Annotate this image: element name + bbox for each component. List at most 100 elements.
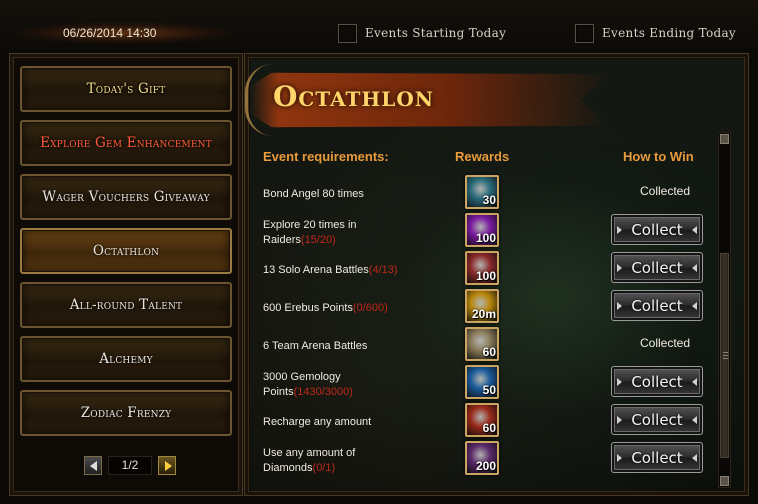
scroll-book-icon[interactable]: 200 — [465, 441, 499, 475]
collect-button[interactable]: Collect — [611, 290, 703, 321]
collect-button[interactable]: Collect — [611, 366, 703, 397]
events-ending-today-label: Events Ending Today — [602, 26, 737, 40]
requirement-text: 13 Solo Arena Battles(4/13) — [263, 263, 443, 278]
requirement-text: Bond Angel 80 times — [263, 187, 443, 202]
requirement-text: Recharge any amount — [263, 415, 443, 430]
progress-count: (0/1) — [312, 462, 336, 474]
collected-status: Collected — [639, 184, 691, 198]
collect-button-label: Collect — [631, 372, 683, 391]
arena-sword-icon[interactable]: 100 — [465, 251, 499, 285]
requirement-text: 3000 Gemology Points(1430/3000) — [263, 370, 443, 400]
gem-50-icon[interactable]: 50 — [465, 365, 499, 399]
requirement-line: 3000 Gemology — [263, 371, 341, 383]
right-bracket-icon — [692, 416, 697, 424]
requirement-text: 600 Erebus Points(0/600) — [263, 301, 443, 316]
collect-button-label: Collect — [631, 410, 683, 429]
progress-count: (15/20) — [300, 234, 336, 246]
sidebar-item-today-s-gift[interactable]: Today's Gift — [20, 66, 232, 112]
events-ending-today-checkbox[interactable] — [575, 24, 594, 43]
requirement-line: Bond Angel 80 times — [263, 188, 364, 200]
requirement-line: Explore 20 times in — [263, 219, 357, 231]
sidebar-item-label: Wager Vouchers Giveaway — [42, 189, 210, 205]
page-navigator: 1/2 — [84, 456, 176, 476]
sidebar-item-all-round-talent[interactable]: All-round Talent — [20, 282, 232, 328]
scroll-up-arrow[interactable] — [720, 134, 729, 144]
reward-quantity: 200 — [475, 459, 496, 473]
sidebar-item-label: Today's Gift — [86, 81, 166, 97]
sidebar-item-label: Zodiac Frenzy — [80, 405, 172, 421]
sidebar-item-octathlon[interactable]: Octathlon — [20, 228, 232, 274]
sidebar-item-label: All-round Talent — [69, 297, 183, 313]
event-list-panel: Today's Gift Explore Gem Enhancement Wager… — [9, 53, 243, 496]
progress-count: (0/600) — [352, 302, 388, 314]
reward-quantity: 100 — [475, 231, 496, 245]
scroll-grip-line — [723, 352, 728, 353]
requirement-text: 6 Team Arena Battles — [263, 339, 443, 354]
page-indicator: 1/2 — [108, 456, 152, 475]
reward-quantity: 20m — [471, 307, 496, 321]
purple-orb-icon[interactable]: 100 — [465, 213, 499, 247]
left-bracket-icon — [617, 416, 622, 424]
collect-button-label: Collect — [631, 296, 683, 315]
collect-button[interactable]: Collect — [611, 442, 703, 473]
sidebar-item-label: Explore Gem Enhancement — [40, 135, 212, 151]
event-detail-panel: Octathlon Event requirements: Rewards Ho… — [244, 53, 749, 496]
how-to-win-header: How to Win — [623, 149, 694, 164]
requirement-line: Points — [263, 386, 294, 398]
scrollbar[interactable] — [718, 132, 731, 488]
progress-count: (1430/3000) — [293, 386, 353, 398]
requirement-line: 6 Team Arena Battles — [263, 340, 368, 352]
collect-button[interactable]: Collect — [611, 214, 703, 245]
left-bracket-icon — [617, 454, 622, 462]
server-datetime: 06/26/2014 14:30 — [63, 26, 157, 40]
sidebar-item-explore-gem-enhancement[interactable]: Explore Gem Enhancement — [20, 120, 232, 166]
reward-quantity: 50 — [482, 383, 496, 397]
previous-page-button[interactable] — [84, 456, 102, 475]
right-bracket-icon — [692, 302, 697, 310]
collect-button[interactable]: Collect — [611, 252, 703, 283]
requirement-text: Use any amount of Diamonds(0/1) — [263, 446, 443, 476]
requirement-line: Recharge any amount — [263, 416, 372, 428]
pearl-icon[interactable]: 60 — [465, 327, 499, 361]
right-bracket-icon — [692, 378, 697, 386]
sidebar-item-label: Octathlon — [92, 243, 160, 259]
left-bracket-icon — [617, 264, 622, 272]
progress-count: (4/13) — [368, 264, 398, 276]
right-arrow-icon — [165, 461, 172, 471]
collect-button[interactable]: Collect — [611, 404, 703, 435]
scroll-thumb[interactable] — [720, 253, 729, 458]
collect-button-label: Collect — [631, 220, 683, 239]
red-gem-icon[interactable]: 60 — [465, 403, 499, 437]
gold-coin-icon[interactable]: 20m — [465, 289, 499, 323]
right-bracket-icon — [692, 454, 697, 462]
left-bracket-icon — [617, 302, 622, 310]
sidebar-item-zodiac-frenzy[interactable]: Zodiac Frenzy — [20, 390, 232, 436]
left-arrow-icon — [90, 461, 97, 471]
angel-crystal-icon[interactable]: 30 — [465, 175, 499, 209]
left-bracket-icon — [617, 226, 622, 234]
events-starting-today-label: Events Starting Today — [365, 26, 507, 40]
events-starting-today-checkbox[interactable] — [338, 24, 357, 43]
requirements-header: Event requirements: — [263, 149, 389, 164]
left-bracket-icon — [617, 378, 622, 386]
rewards-header: Rewards — [455, 149, 510, 164]
scroll-grip-line — [723, 355, 728, 356]
requirement-line: 13 Solo Arena Battles — [263, 264, 369, 276]
sidebar-item-alchemy[interactable]: Alchemy — [20, 336, 232, 382]
reward-quantity: 100 — [475, 269, 496, 283]
requirement-line: Raiders — [263, 234, 301, 246]
requirement-line: 600 Erebus Points — [263, 302, 353, 314]
reward-quantity: 60 — [482, 421, 496, 435]
requirement-text: Explore 20 times in Raiders(15/20) — [263, 218, 443, 248]
next-page-button[interactable] — [158, 456, 176, 475]
collect-button-label: Collect — [631, 448, 683, 467]
sidebar-item-label: Alchemy — [99, 351, 153, 367]
requirement-line: Use any amount of — [263, 447, 356, 459]
scroll-down-arrow[interactable] — [720, 476, 729, 486]
event-title: Octathlon — [273, 80, 435, 113]
reward-quantity: 60 — [482, 345, 496, 359]
requirement-line: Diamonds — [263, 462, 313, 474]
collect-button-label: Collect — [631, 258, 683, 277]
sidebar-item-wager-vouchers-giveaway[interactable]: Wager Vouchers Giveaway — [20, 174, 232, 220]
right-bracket-icon — [692, 226, 697, 234]
